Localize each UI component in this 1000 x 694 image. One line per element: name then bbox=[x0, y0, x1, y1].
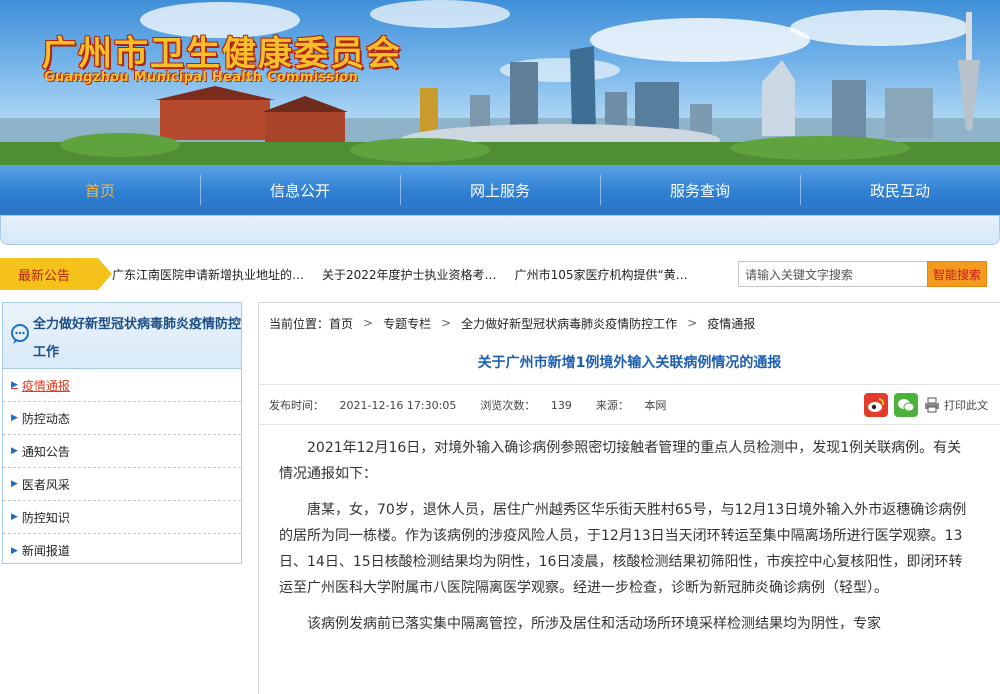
print-link[interactable]: 打印此文 bbox=[944, 397, 988, 413]
publish-time: 2021-12-16 17:30:05 bbox=[339, 398, 457, 412]
notice-item[interactable]: 关于2022年度护士执业资格考… bbox=[322, 266, 497, 283]
breadcrumb-link[interactable]: 全力做好新型冠状病毒肺炎疫情防控工作 bbox=[461, 315, 677, 332]
search-input[interactable] bbox=[738, 261, 928, 287]
sidebar: 全力做好新型冠状病毒肺炎疫情防控工作 ▶ 疫情通报 ▶ 防控动态 ▶ 通知公告 … bbox=[2, 302, 242, 564]
share-tools: 打印此文 bbox=[864, 393, 1000, 417]
breadcrumb-link[interactable]: 疫情通报 bbox=[707, 315, 755, 332]
sidebar-item-prevention-news[interactable]: ▶ 防控动态 bbox=[3, 402, 241, 435]
sidebar-heading: 全力做好新型冠状病毒肺炎疫情防控工作 bbox=[33, 317, 242, 360]
article-meta: 发布时间： 2021-12-16 17:30:05 浏览次数： 139 来源： … bbox=[259, 385, 1000, 425]
sidebar-item-label: 通知公告 bbox=[21, 444, 70, 459]
site-title: 广州市卫生健康委员会 bbox=[42, 34, 402, 74]
chevron-right-icon: ▶ bbox=[11, 380, 18, 390]
chat-bubble-icon bbox=[11, 324, 29, 344]
nav-item-online-services[interactable]: 网上服务 bbox=[400, 165, 600, 215]
source-label: 来源： bbox=[595, 398, 629, 412]
sidebar-item-notices[interactable]: ▶ 通知公告 bbox=[3, 435, 241, 468]
chevron-right-icon: ▶ bbox=[11, 512, 18, 522]
source-value: 本网 bbox=[644, 398, 667, 412]
sidebar-item-label: 医者风采 bbox=[21, 477, 70, 492]
breadcrumb-separator: > bbox=[441, 316, 452, 330]
main-nav: 首页 信息公开 网上服务 服务查询 政民互动 bbox=[0, 165, 1000, 215]
sidebar-item-prevention-knowledge[interactable]: ▶ 防控知识 bbox=[3, 501, 241, 534]
view-count: 139 bbox=[550, 398, 572, 412]
article-paragraph: 2021年12月16日，对境外输入确诊病例参照密切接触者管理的重点人员检测中，发… bbox=[279, 440, 962, 482]
breadcrumb-separator: > bbox=[687, 316, 698, 330]
article-title: 关于广州市新增1例境外输入关联病例情况的通报 bbox=[259, 343, 1000, 385]
weibo-share-icon[interactable] bbox=[864, 393, 888, 417]
site-subtitle: Guangzhou Municipal Health Commission bbox=[44, 70, 359, 85]
sidebar-item-label: 新闻报道 bbox=[21, 544, 70, 558]
article-body: 2021年12月16日，对境外输入确诊病例参照密切接触者管理的重点人员检测中，发… bbox=[259, 425, 1000, 637]
sidebar-item-news-reports[interactable]: ▶ 新闻报道 bbox=[3, 534, 241, 567]
publish-time-label: 发布时间： bbox=[269, 398, 324, 412]
search-button[interactable]: 智能搜索 bbox=[927, 261, 987, 287]
nav-item-home[interactable]: 首页 bbox=[0, 165, 200, 215]
article-paragraph: 该病例发病前已落实集中隔离管控，所涉及居住和活动场所环境采样检测结果均为阴性，专… bbox=[307, 616, 881, 632]
nav-item-service-query[interactable]: 服务查询 bbox=[600, 165, 800, 215]
chevron-right-icon: ▶ bbox=[11, 413, 18, 423]
breadcrumb-prefix: 当前位置： bbox=[269, 316, 330, 331]
chevron-right-icon: ▶ bbox=[11, 545, 18, 556]
printer-icon[interactable] bbox=[924, 397, 940, 413]
sidebar-item-label: 疫情通报 bbox=[21, 378, 70, 393]
breadcrumb-separator: > bbox=[363, 316, 374, 330]
notice-item[interactable]: 广州市105家医疗机构提供“黄… bbox=[515, 266, 688, 283]
site-banner: 广州市卫生健康委员会 Guangzhou Municipal Health Co… bbox=[0, 0, 1000, 165]
breadcrumb-link[interactable]: 首页 bbox=[329, 315, 353, 332]
sidebar-item-label: 防控动态 bbox=[21, 411, 70, 426]
nav-item-info-disclosure[interactable]: 信息公开 bbox=[200, 165, 400, 215]
notice-list: 广东江南医院申请新增执业地址的… 关于2022年度护士执业资格考… 广州市105… bbox=[112, 258, 706, 290]
sidebar-header: 全力做好新型冠状病毒肺炎疫情防控工作 bbox=[3, 303, 241, 369]
sidebar-item-doctor-profiles[interactable]: ▶ 医者风采 bbox=[3, 468, 241, 501]
views-label: 浏览次数： bbox=[480, 398, 536, 412]
breadcrumb: 当前位置： 首页 > 专题专栏 > 全力做好新型冠状病毒肺炎疫情防控工作 > 疫… bbox=[259, 303, 1000, 343]
notice-item[interactable]: 广东江南医院申请新增执业地址的… bbox=[112, 266, 304, 283]
article-paragraph: 唐某，女，70岁，退休人员，居住广州越秀区华乐街天胜村65号，与12月13日境外… bbox=[279, 502, 967, 596]
wechat-share-icon[interactable] bbox=[894, 393, 918, 417]
nav-subbar bbox=[0, 215, 1000, 245]
chevron-right-icon: ▶ bbox=[11, 479, 18, 489]
sidebar-item-epidemic-report[interactable]: ▶ 疫情通报 bbox=[3, 369, 241, 402]
article-panel: 当前位置： 首页 > 专题专栏 > 全力做好新型冠状病毒肺炎疫情防控工作 > 疫… bbox=[258, 302, 1000, 694]
notice-bar: 最新公告 广东江南医院申请新增执业地址的… 关于2022年度护士执业资格考… 广… bbox=[0, 258, 1000, 290]
notice-label: 最新公告 bbox=[0, 258, 112, 290]
breadcrumb-link[interactable]: 专题专栏 bbox=[383, 315, 431, 332]
nav-item-public-interaction[interactable]: 政民互动 bbox=[800, 165, 1000, 215]
chevron-right-icon: ▶ bbox=[11, 446, 18, 456]
sidebar-item-label: 防控知识 bbox=[21, 510, 70, 525]
